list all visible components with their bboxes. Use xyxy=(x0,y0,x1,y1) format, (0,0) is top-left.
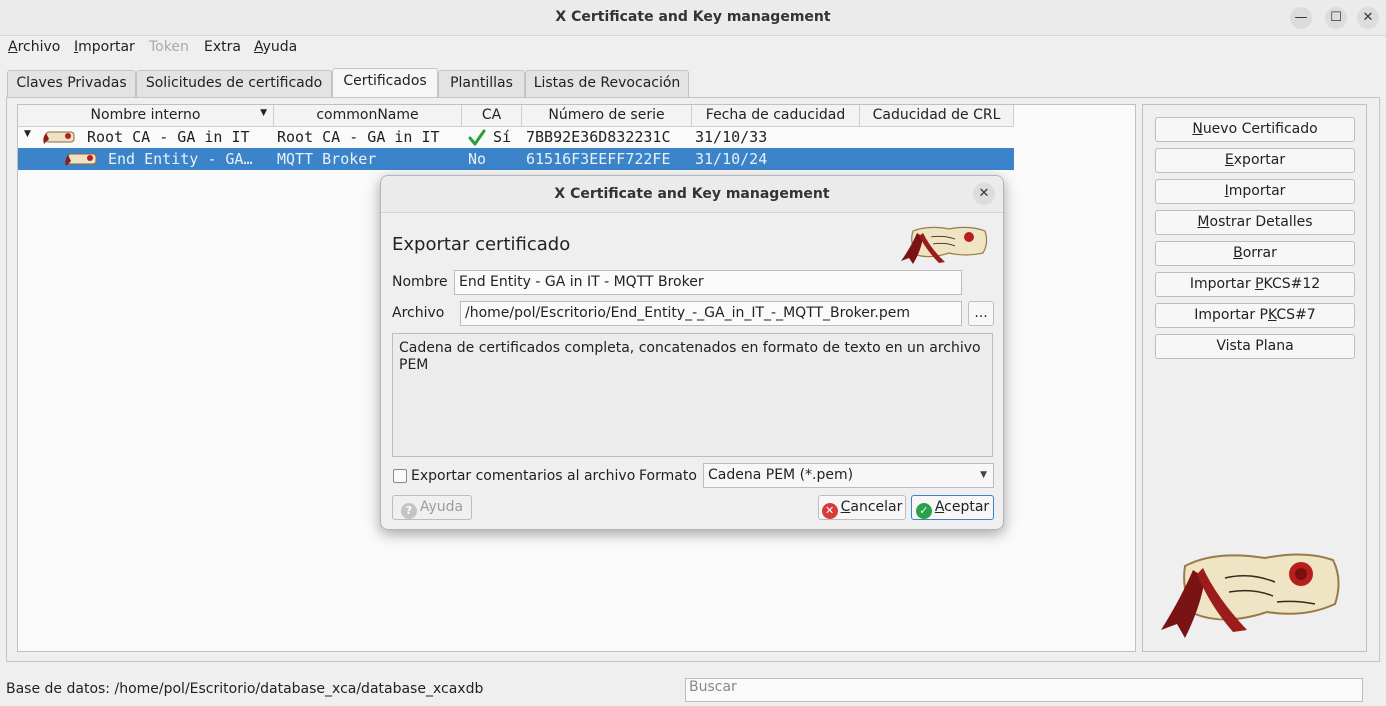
cancel-button[interactable]: ✕ Cancelar xyxy=(818,495,906,520)
file-path-field[interactable]: /home/pol/Escritorio/End_Entity_-_GA_in_… xyxy=(460,301,962,326)
xca-logo-icon xyxy=(1161,553,1340,638)
column-header-nombre[interactable]: Nombre interno ▼ xyxy=(18,105,274,127)
format-description: Cadena de certificados completa, concate… xyxy=(392,333,993,457)
column-header-nombre-label: Nombre interno xyxy=(90,107,201,123)
file-label: Archivo xyxy=(392,305,445,321)
menu-archivo-mnemonic: A xyxy=(8,39,18,55)
tab-listas-revocacion[interactable]: Listas de Revocación xyxy=(525,70,689,97)
format-label: Formato xyxy=(639,468,697,484)
import-pkcs12-button[interactable]: Importar PKCS#12 xyxy=(1155,272,1355,297)
checkmark-icon xyxy=(468,129,486,146)
cancel-label: ancelar xyxy=(850,499,903,515)
export-button[interactable]: Exportar xyxy=(1155,148,1355,173)
row-expiry: 31/10/24 xyxy=(695,150,768,168)
status-database-path: Base de datos: /home/pol/Escritorio/data… xyxy=(6,681,484,697)
menu-archivo-rest: rchivo xyxy=(17,39,61,55)
expand-arrow-icon[interactable]: ▼ xyxy=(24,129,31,139)
dialog-title: X Certificate and Key management xyxy=(554,186,830,202)
export-comments-label: Exportar comentarios al archivo xyxy=(411,468,636,484)
sort-arrow-icon: ▼ xyxy=(260,108,267,118)
format-select-value: Cadena PEM (*.pem) xyxy=(708,467,854,483)
menu-ayuda-mnemonic: A xyxy=(254,39,263,55)
delete-button[interactable]: Borrar xyxy=(1155,241,1355,266)
btn-mnemonic: P xyxy=(1255,276,1264,292)
tab-solicitudes[interactable]: Solicitudes de certificado xyxy=(136,70,332,97)
row-serial: 7BB92E36D832231C xyxy=(526,128,671,146)
certificate-icon xyxy=(43,131,75,144)
window-titlebar: X Certificate and Key management — ☐ ✕ xyxy=(0,0,1386,36)
btn-post: ostrar Detalles xyxy=(1209,214,1313,230)
window-title: X Certificate and Key management xyxy=(555,9,831,25)
btn-mnemonic: M xyxy=(1197,214,1210,230)
browse-button[interactable]: ... xyxy=(968,301,994,326)
menu-importar-rest: mportar xyxy=(78,39,135,55)
menu-ayuda[interactable]: Ayuda xyxy=(254,39,297,55)
btn-mnemonic: N xyxy=(1192,121,1203,137)
show-details-button[interactable]: Mostrar Detalles xyxy=(1155,210,1355,235)
chevron-down-icon: ▼ xyxy=(980,470,987,480)
menu-bar: Archivo Importar Token Extra Ayuda xyxy=(0,36,1386,60)
menu-ayuda-rest: yuda xyxy=(262,39,298,55)
help-button: ? Ayuda xyxy=(392,495,472,520)
table-row[interactable]: End Entity - GA… MQTT Broker No 61516F3E… xyxy=(18,148,1014,170)
table-row[interactable]: ▼ Root CA - GA in IT Root CA - GA in IT … xyxy=(18,126,1014,148)
btn-post: KCS#12 xyxy=(1263,276,1321,292)
cancel-icon: ✕ xyxy=(821,503,838,519)
menu-importar[interactable]: Importar xyxy=(74,39,135,55)
accept-label: ceptar xyxy=(944,499,990,515)
accept-icon: ✓ xyxy=(915,503,932,519)
menu-extra[interactable]: Extra xyxy=(204,39,241,55)
btn-mnemonic: E xyxy=(1224,152,1234,168)
close-icon[interactable]: ✕ xyxy=(1357,7,1379,29)
export-comments-checkbox[interactable] xyxy=(393,469,407,483)
import-button[interactable]: Importar xyxy=(1155,179,1355,204)
row-ca: No xyxy=(468,150,487,168)
column-header-expiry[interactable]: Fecha de caducidad xyxy=(692,105,860,127)
import-pkcs7-button[interactable]: Importar PKCS#7 xyxy=(1155,303,1355,328)
btn-post: xportar xyxy=(1233,152,1286,168)
menu-token: Token xyxy=(149,39,189,55)
row-common-name: MQTT Broker xyxy=(277,150,377,168)
export-certificate-dialog: X Certificate and Key management ✕ Expor… xyxy=(380,175,1004,530)
btn-post: orrar xyxy=(1242,245,1277,261)
tab-plantillas[interactable]: Plantillas xyxy=(438,70,525,97)
column-header-crl[interactable]: Caducidad de CRL xyxy=(860,105,1014,127)
help-icon: ? xyxy=(400,503,417,519)
help-label: Ayuda xyxy=(419,499,464,515)
btn-post: uevo Certificado xyxy=(1202,121,1318,137)
column-header-commonname[interactable]: commonName xyxy=(274,105,462,127)
row-ca: Sí xyxy=(493,128,512,146)
column-header-serial[interactable]: Número de serie xyxy=(522,105,692,127)
dialog-logo-icon xyxy=(901,226,988,264)
maximize-icon[interactable]: ☐ xyxy=(1325,7,1347,29)
btn-pre: Vista Plana xyxy=(1216,338,1294,354)
accept-button[interactable]: ✓ Aceptar xyxy=(911,495,994,520)
flat-view-button[interactable]: Vista Plana xyxy=(1155,334,1355,359)
format-select[interactable]: Cadena PEM (*.pem) ▼ xyxy=(703,463,994,488)
column-header-ca[interactable]: CA xyxy=(462,105,522,127)
btn-post: mportar xyxy=(1228,183,1286,199)
certificate-icon xyxy=(65,153,97,166)
tab-certificados[interactable]: Certificados xyxy=(332,68,438,98)
dialog-close-icon[interactable]: ✕ xyxy=(973,183,995,205)
row-expiry: 31/10/33 xyxy=(695,128,768,146)
name-field[interactable]: End Entity - GA in IT - MQTT Broker xyxy=(454,270,962,295)
name-label: Nombre xyxy=(392,274,448,290)
tab-claves-privadas[interactable]: Claves Privadas xyxy=(7,70,136,97)
search-input[interactable]: Buscar xyxy=(685,678,1363,702)
menu-archivo[interactable]: Archivo xyxy=(8,39,60,55)
dialog-titlebar: X Certificate and Key management ✕ xyxy=(381,176,1003,213)
dialog-heading: Exportar certificado xyxy=(392,234,571,255)
row-common-name: Root CA - GA in IT xyxy=(277,128,440,146)
new-certificate-button[interactable]: Nuevo Certificado xyxy=(1155,117,1355,142)
btn-mnemonic: B xyxy=(1233,245,1243,261)
row-name: End Entity - GA… xyxy=(108,150,253,168)
minimize-icon[interactable]: — xyxy=(1290,7,1312,29)
btn-pre: Importar xyxy=(1189,276,1256,292)
row-name: Root CA - GA in IT xyxy=(87,128,250,146)
btn-pre: Importar P xyxy=(1194,307,1268,323)
row-serial: 61516F3EEFF722FE xyxy=(526,150,671,168)
btn-post: CS#7 xyxy=(1276,307,1316,323)
